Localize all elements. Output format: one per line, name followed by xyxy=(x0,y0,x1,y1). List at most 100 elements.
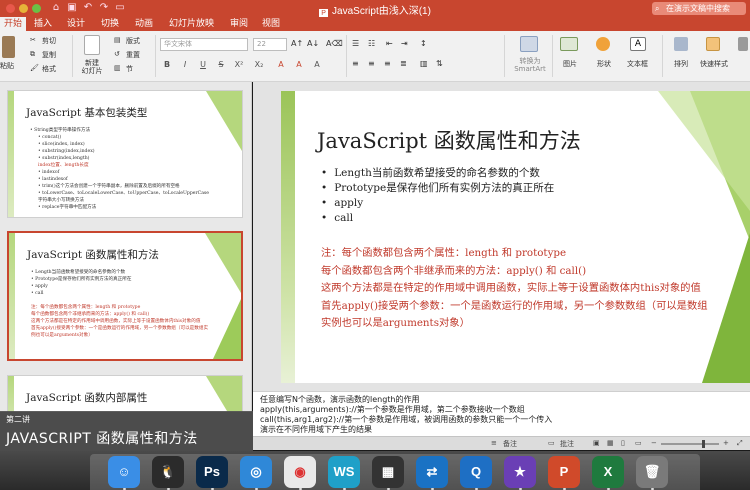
indent-decrease-icon[interactable]: ⇤ xyxy=(386,39,393,48)
safari-app-icon[interactable]: ◎ xyxy=(240,456,272,488)
font-name-select[interactable]: 华文宋体 xyxy=(160,38,248,51)
underline-icon[interactable]: U xyxy=(196,59,210,71)
char-spacing-icon[interactable]: A xyxy=(310,59,324,71)
picture-icon[interactable] xyxy=(560,37,578,51)
zoom-out-icon[interactable]: − xyxy=(651,439,657,447)
shape-icon[interactable] xyxy=(596,37,610,51)
format-painter-button[interactable]: 格式 xyxy=(42,64,56,74)
increase-font-icon[interactable]: A↑ xyxy=(291,39,303,48)
textbox-button[interactable]: 文本框 xyxy=(627,59,648,69)
layout-button[interactable]: 版式 xyxy=(126,36,140,46)
tab-transitions[interactable]: 切换 xyxy=(97,17,123,31)
numbering-icon[interactable]: ☷ xyxy=(368,39,375,48)
cut-icon[interactable]: ✂ xyxy=(30,36,36,44)
bullets-icon[interactable]: ☰ xyxy=(352,39,359,48)
section-icon[interactable]: ▥ xyxy=(114,64,121,72)
imovie-app-icon[interactable]: ★ xyxy=(504,456,536,488)
align-right-icon[interactable]: ≡ xyxy=(384,59,391,68)
arrange-icon[interactable] xyxy=(674,37,688,51)
tab-home[interactable]: 开始 xyxy=(0,17,27,31)
zoom-slider[interactable] xyxy=(661,440,719,448)
comments-icon[interactable]: ▭ xyxy=(548,439,555,447)
new-slide-icon[interactable] xyxy=(84,35,100,55)
slide-title[interactable]: JavaScript 函数属性和方法 xyxy=(317,125,581,155)
chrome-app-icon[interactable]: ◉ xyxy=(284,456,316,488)
copy-icon[interactable]: ⧉ xyxy=(30,50,35,59)
clear-format-icon[interactable]: A⌫ xyxy=(326,39,343,48)
copy-button[interactable]: 复制 xyxy=(42,50,56,60)
sorter-view-icon[interactable]: ▦ xyxy=(607,439,614,447)
slide-thumbnail-selected[interactable]: JavaScript 函数属性和方法 • Length当前函数希望接受的命名参数… xyxy=(7,231,243,361)
trash-app-icon[interactable]: 🗑 xyxy=(636,456,668,488)
qq-app-icon[interactable]: 🐧 xyxy=(152,456,184,488)
font-color-icon[interactable]: A xyxy=(274,59,288,71)
layout-icon[interactable]: ▤ xyxy=(114,36,121,44)
slide-notes-text[interactable]: 注：每个函数都包含两个属性：length 和 prototype 每个函数都包含… xyxy=(321,245,708,333)
text-direction-icon[interactable]: ⇅ xyxy=(436,59,443,68)
slide-thumbnail[interactable]: JavaScript 基本包装类型 • String类型字符串操作方法 • con… xyxy=(7,90,243,218)
bold-icon[interactable]: B xyxy=(160,59,174,71)
tab-animations[interactable]: 动画 xyxy=(131,17,157,31)
picture-button[interactable]: 图片 xyxy=(563,59,577,69)
strikethrough-icon[interactable]: S xyxy=(214,59,228,71)
reset-icon[interactable]: ↺ xyxy=(114,50,120,58)
video-caption-overlay: 第二讲 JAVASCRIPT 函数属性和方法 xyxy=(0,411,253,451)
smartart-button[interactable]: 转换为 SmartArt xyxy=(512,57,548,73)
justify-icon[interactable]: ≣ xyxy=(400,59,407,68)
normal-view-icon[interactable]: ▣ xyxy=(593,439,600,447)
quick-styles-button[interactable]: 快速样式 xyxy=(700,59,728,69)
slide-thumbnail[interactable]: JavaScript 函数内部属性 xyxy=(7,375,243,412)
tab-view[interactable]: 视图 xyxy=(258,17,284,31)
textbox-icon[interactable]: A xyxy=(630,37,646,51)
paste-icon[interactable] xyxy=(2,36,15,58)
quicktime-app-icon[interactable]: Q xyxy=(460,456,492,488)
align-center-icon[interactable]: ≡ xyxy=(368,59,375,68)
cut-button[interactable]: 剪切 xyxy=(42,36,56,46)
reset-button[interactable]: 重置 xyxy=(126,50,140,60)
main-slide[interactable]: JavaScript 函数属性和方法 Length当前函数希望接受的命名参数的个… xyxy=(281,91,750,383)
teamviewer-app-icon[interactable]: ⇄ xyxy=(416,456,448,488)
photoshop-app-icon[interactable]: Ps xyxy=(196,456,228,488)
webstorm-app-icon[interactable]: WS xyxy=(328,456,360,488)
slide-thumbnails-panel[interactable]: JavaScript 基本包装类型 • String类型字符串操作方法 • con… xyxy=(0,82,252,412)
zoom-in-icon[interactable]: + xyxy=(723,439,729,447)
speaker-notes-pane[interactable]: 任意编写N个函数，演示函数的length的作用 apply(this,argum… xyxy=(253,391,750,436)
smartart-icon[interactable] xyxy=(520,36,538,52)
shape-button[interactable]: 形状 xyxy=(597,59,611,69)
video-app-icon[interactable]: ▦ xyxy=(372,456,404,488)
slide-bullet-list[interactable]: Length当前函数希望接受的命名参数的个数 Prototype是保存他们所有实… xyxy=(321,166,554,226)
more-ribbon-icon[interactable] xyxy=(738,37,748,51)
search-input[interactable]: ⌕ 在演示文稿中搜索 xyxy=(652,2,746,15)
notes-toggle[interactable]: 备注 xyxy=(503,439,517,449)
superscript-icon[interactable]: X² xyxy=(232,59,246,71)
decrease-font-icon[interactable]: A↓ xyxy=(307,39,319,48)
tab-review[interactable]: 审阅 xyxy=(226,17,252,31)
align-left-icon[interactable]: ≡ xyxy=(352,59,359,68)
columns-icon[interactable]: ▥ xyxy=(420,59,428,68)
highlight-icon[interactable]: A xyxy=(292,59,306,71)
paste-label[interactable]: 粘贴 xyxy=(0,61,14,71)
italic-icon[interactable]: I xyxy=(178,59,192,71)
tab-design[interactable]: 设计 xyxy=(63,17,89,31)
new-slide-button[interactable]: 新建 幻灯片 xyxy=(80,59,104,75)
font-size-select[interactable]: 22 xyxy=(253,38,287,51)
quick-styles-icon[interactable] xyxy=(706,37,720,51)
tab-slideshow[interactable]: 幻灯片放映 xyxy=(165,17,218,31)
line-spacing-icon[interactable]: ↕ xyxy=(420,39,427,48)
slide-note-line: 实例也可以是arguments对象） xyxy=(321,317,470,329)
arrange-button[interactable]: 排列 xyxy=(674,59,688,69)
indent-increase-icon[interactable]: ⇥ xyxy=(401,39,408,48)
slideshow-view-icon[interactable]: ▭ xyxy=(635,439,642,447)
section-button[interactable]: 节 xyxy=(126,64,133,74)
finder-app-icon[interactable]: ☺ xyxy=(108,456,140,488)
fit-window-icon[interactable]: ⤢ xyxy=(737,439,743,448)
subscript-icon[interactable]: X₂ xyxy=(252,59,266,71)
reading-view-icon[interactable]: ▯ xyxy=(621,439,625,447)
format-painter-icon[interactable]: 🖌 xyxy=(30,64,39,72)
comments-toggle[interactable]: 批注 xyxy=(560,439,574,449)
powerpoint-app-icon[interactable]: P xyxy=(548,456,580,488)
tab-insert[interactable]: 插入 xyxy=(30,17,56,31)
notes-toggle-icon[interactable]: ≡ xyxy=(491,439,497,447)
zoom-slider-knob[interactable] xyxy=(701,440,705,448)
excel-app-icon[interactable]: X xyxy=(592,456,624,488)
